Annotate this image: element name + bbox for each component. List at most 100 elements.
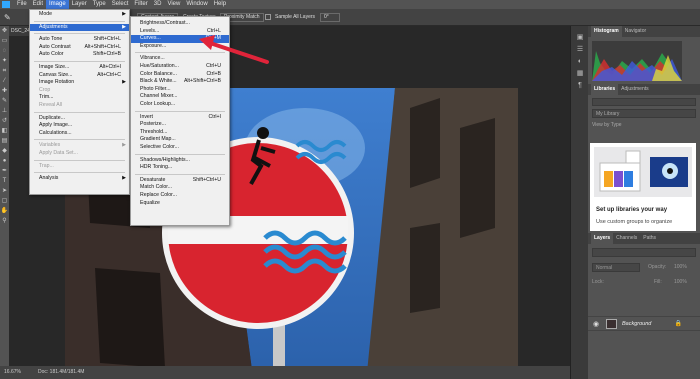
tab-libraries[interactable]: Libraries: [591, 84, 619, 95]
history-panel-icon[interactable]: ▣: [571, 32, 589, 44]
menu-item-auto-tone[interactable]: Auto Tone Shift+Ctrl+L: [30, 36, 129, 44]
swatches-panel-icon[interactable]: ▦: [571, 68, 589, 80]
history-brush-icon[interactable]: ↺: [0, 116, 9, 126]
zoom-tool-icon[interactable]: ⚲: [0, 216, 9, 226]
tab-channels[interactable]: Channels: [613, 233, 640, 244]
healing-tool-icon[interactable]: ✚: [0, 86, 9, 96]
tab-layers[interactable]: Layers: [591, 233, 614, 244]
brush-tool-icon[interactable]: ✎: [0, 96, 9, 106]
menu-item-label: Variables: [39, 142, 61, 149]
menu-item-duplicate[interactable]: Duplicate...: [30, 115, 129, 123]
gradient-tool-icon[interactable]: ▤: [0, 136, 9, 146]
menu-item-gradient-map[interactable]: Gradient Map...: [131, 136, 229, 144]
eraser-tool-icon[interactable]: ◧: [0, 126, 9, 136]
library-select[interactable]: My Library: [592, 109, 696, 118]
menu-select[interactable]: Select: [109, 0, 132, 9]
eye-icon[interactable]: ◉: [593, 320, 599, 328]
lock-icon[interactable]: 🔒: [675, 320, 682, 327]
menu-item-posterize[interactable]: Posterize...: [131, 121, 229, 129]
zoom-level[interactable]: 16.67%: [4, 369, 21, 375]
eyedropper-tool-icon[interactable]: ⁄: [0, 76, 9, 86]
menu-item-color-balance[interactable]: Color Balance... Ctrl+B: [131, 71, 229, 79]
menu-item-equalize[interactable]: Equalize: [131, 200, 229, 208]
menu-file[interactable]: File: [14, 0, 30, 9]
menu-item-desaturate[interactable]: Desaturate Shift+Ctrl+U: [131, 177, 229, 185]
menu-view[interactable]: View: [164, 0, 183, 9]
menu-item-threshold[interactable]: Threshold...: [131, 129, 229, 137]
menu-help[interactable]: Help: [211, 0, 229, 9]
menu-item-label: Analysis: [39, 175, 59, 182]
menu-window[interactable]: Window: [183, 0, 210, 9]
quick-select-tool-icon[interactable]: ✦: [0, 56, 9, 66]
menu-item-black-white[interactable]: Black & White... Alt+Shift+Ctrl+B: [131, 78, 229, 86]
menu-image[interactable]: Image: [46, 0, 69, 9]
blend-mode-select[interactable]: Normal: [592, 263, 640, 272]
marquee-tool-icon[interactable]: ▭: [0, 36, 9, 46]
menu-item-canvas-size[interactable]: Canvas Size... Alt+Ctrl+C: [30, 72, 129, 80]
menu-item-hdr-toning[interactable]: HDR Toning...: [131, 164, 229, 172]
color-panel-icon[interactable]: ◐: [571, 56, 589, 68]
menu-item-image-size[interactable]: Image Size... Alt+Ctrl+I: [30, 64, 129, 72]
menu-separator: [34, 61, 125, 62]
pen-tool-icon[interactable]: ✒: [0, 166, 9, 176]
menu-item-selective-color[interactable]: Selective Color...: [131, 144, 229, 152]
image-menu: Mode ▶ Adjustments ▶ Auto Tone Shift+Ctrl+L Au…: [29, 9, 130, 195]
menu-edit[interactable]: Edit: [30, 0, 46, 9]
menu-item-mode[interactable]: Mode ▶: [30, 11, 129, 19]
menu-item-calculations[interactable]: Calculations...: [30, 130, 129, 138]
photoshop-logo-icon[interactable]: [2, 1, 10, 8]
menu-item-color-lookup[interactable]: Color Lookup...: [131, 101, 229, 109]
opacity-value[interactable]: 100%: [674, 264, 687, 270]
layer-row[interactable]: ◉ Background 🔒: [588, 316, 700, 331]
fill-value[interactable]: 100%: [674, 279, 687, 285]
sample-all-layers-checkbox[interactable]: [265, 14, 271, 20]
tab-navigator[interactable]: Navigator: [622, 26, 649, 37]
dodge-tool-icon[interactable]: ●: [0, 156, 9, 166]
menu-item-label: Trim...: [39, 94, 54, 101]
menu-item-auto-color[interactable]: Auto Color Shift+Ctrl+B: [30, 51, 129, 59]
properties-panel-icon[interactable]: ☰: [571, 44, 589, 56]
menu-item-trim[interactable]: Trim...: [30, 94, 129, 102]
menu-item-analysis[interactable]: Analysis ▶: [30, 175, 129, 183]
library-search-input[interactable]: [592, 98, 696, 106]
menu-item-apply-image[interactable]: Apply Image...: [30, 122, 129, 130]
tab-histogram[interactable]: Histogram: [591, 26, 622, 37]
menu-item-adjustments[interactable]: Adjustments ▶: [30, 23, 129, 32]
menu-item-replace-color[interactable]: Replace Color...: [131, 192, 229, 200]
crop-tool-icon[interactable]: ⌗: [0, 66, 9, 76]
spot-healing-brush-icon[interactable]: ✎: [4, 13, 13, 22]
menu-item-auto-contrast[interactable]: Auto Contrast Alt+Shift+Ctrl+L: [30, 44, 129, 52]
move-tool-icon[interactable]: ✥: [0, 26, 9, 36]
menu-item-brightness-contrast[interactable]: Brightness/Contrast...: [131, 20, 229, 28]
type-tool-icon[interactable]: T: [0, 176, 9, 186]
tab-paths[interactable]: Paths: [640, 233, 659, 244]
tab-adjustments[interactable]: Adjustments: [618, 84, 652, 95]
menu-item-photo-filter[interactable]: Photo Filter...: [131, 86, 229, 94]
menu-item-match-color[interactable]: Match Color...: [131, 184, 229, 192]
layer-filter-field[interactable]: [592, 248, 696, 257]
menu-3d[interactable]: 3D: [151, 0, 165, 9]
status-bar: 16.67% Doc: 181.4M/181.4M: [0, 366, 570, 379]
menu-item-image-rotation[interactable]: Image Rotation ▶: [30, 79, 129, 87]
menu-separator: [34, 139, 125, 141]
menu-item-invert[interactable]: Invert Ctrl+I: [131, 114, 229, 122]
path-select-tool-icon[interactable]: ➤: [0, 186, 9, 196]
menu-layer[interactable]: Layer: [69, 0, 90, 9]
menu-type[interactable]: Type: [90, 0, 109, 9]
menu-item-label: Selective Color...: [140, 144, 179, 150]
lasso-tool-icon[interactable]: ◌: [0, 46, 9, 56]
menu-filter[interactable]: Filter: [131, 0, 150, 9]
blur-tool-icon[interactable]: ◆: [0, 146, 9, 156]
submenu-arrow-icon: ▶: [122, 79, 126, 86]
angle-field[interactable]: 0°: [320, 13, 340, 22]
stamp-tool-icon[interactable]: ⊥: [0, 106, 9, 116]
menu-item-shadows-highlights[interactable]: Shadows/Highlights...: [131, 157, 229, 165]
hand-tool-icon[interactable]: ✋: [0, 206, 9, 216]
menu-item-channel-mixer[interactable]: Channel Mixer...: [131, 93, 229, 101]
shape-tool-icon[interactable]: ▢: [0, 196, 9, 206]
library-promo-card: Set up libraries your way Use custom gro…: [590, 143, 696, 231]
menu-item-label: Color Balance...: [140, 70, 177, 77]
paragraph-panel-icon[interactable]: ¶: [571, 80, 589, 92]
library-view-by[interactable]: View by Type: [592, 121, 696, 129]
layer-name[interactable]: Background: [622, 321, 651, 327]
